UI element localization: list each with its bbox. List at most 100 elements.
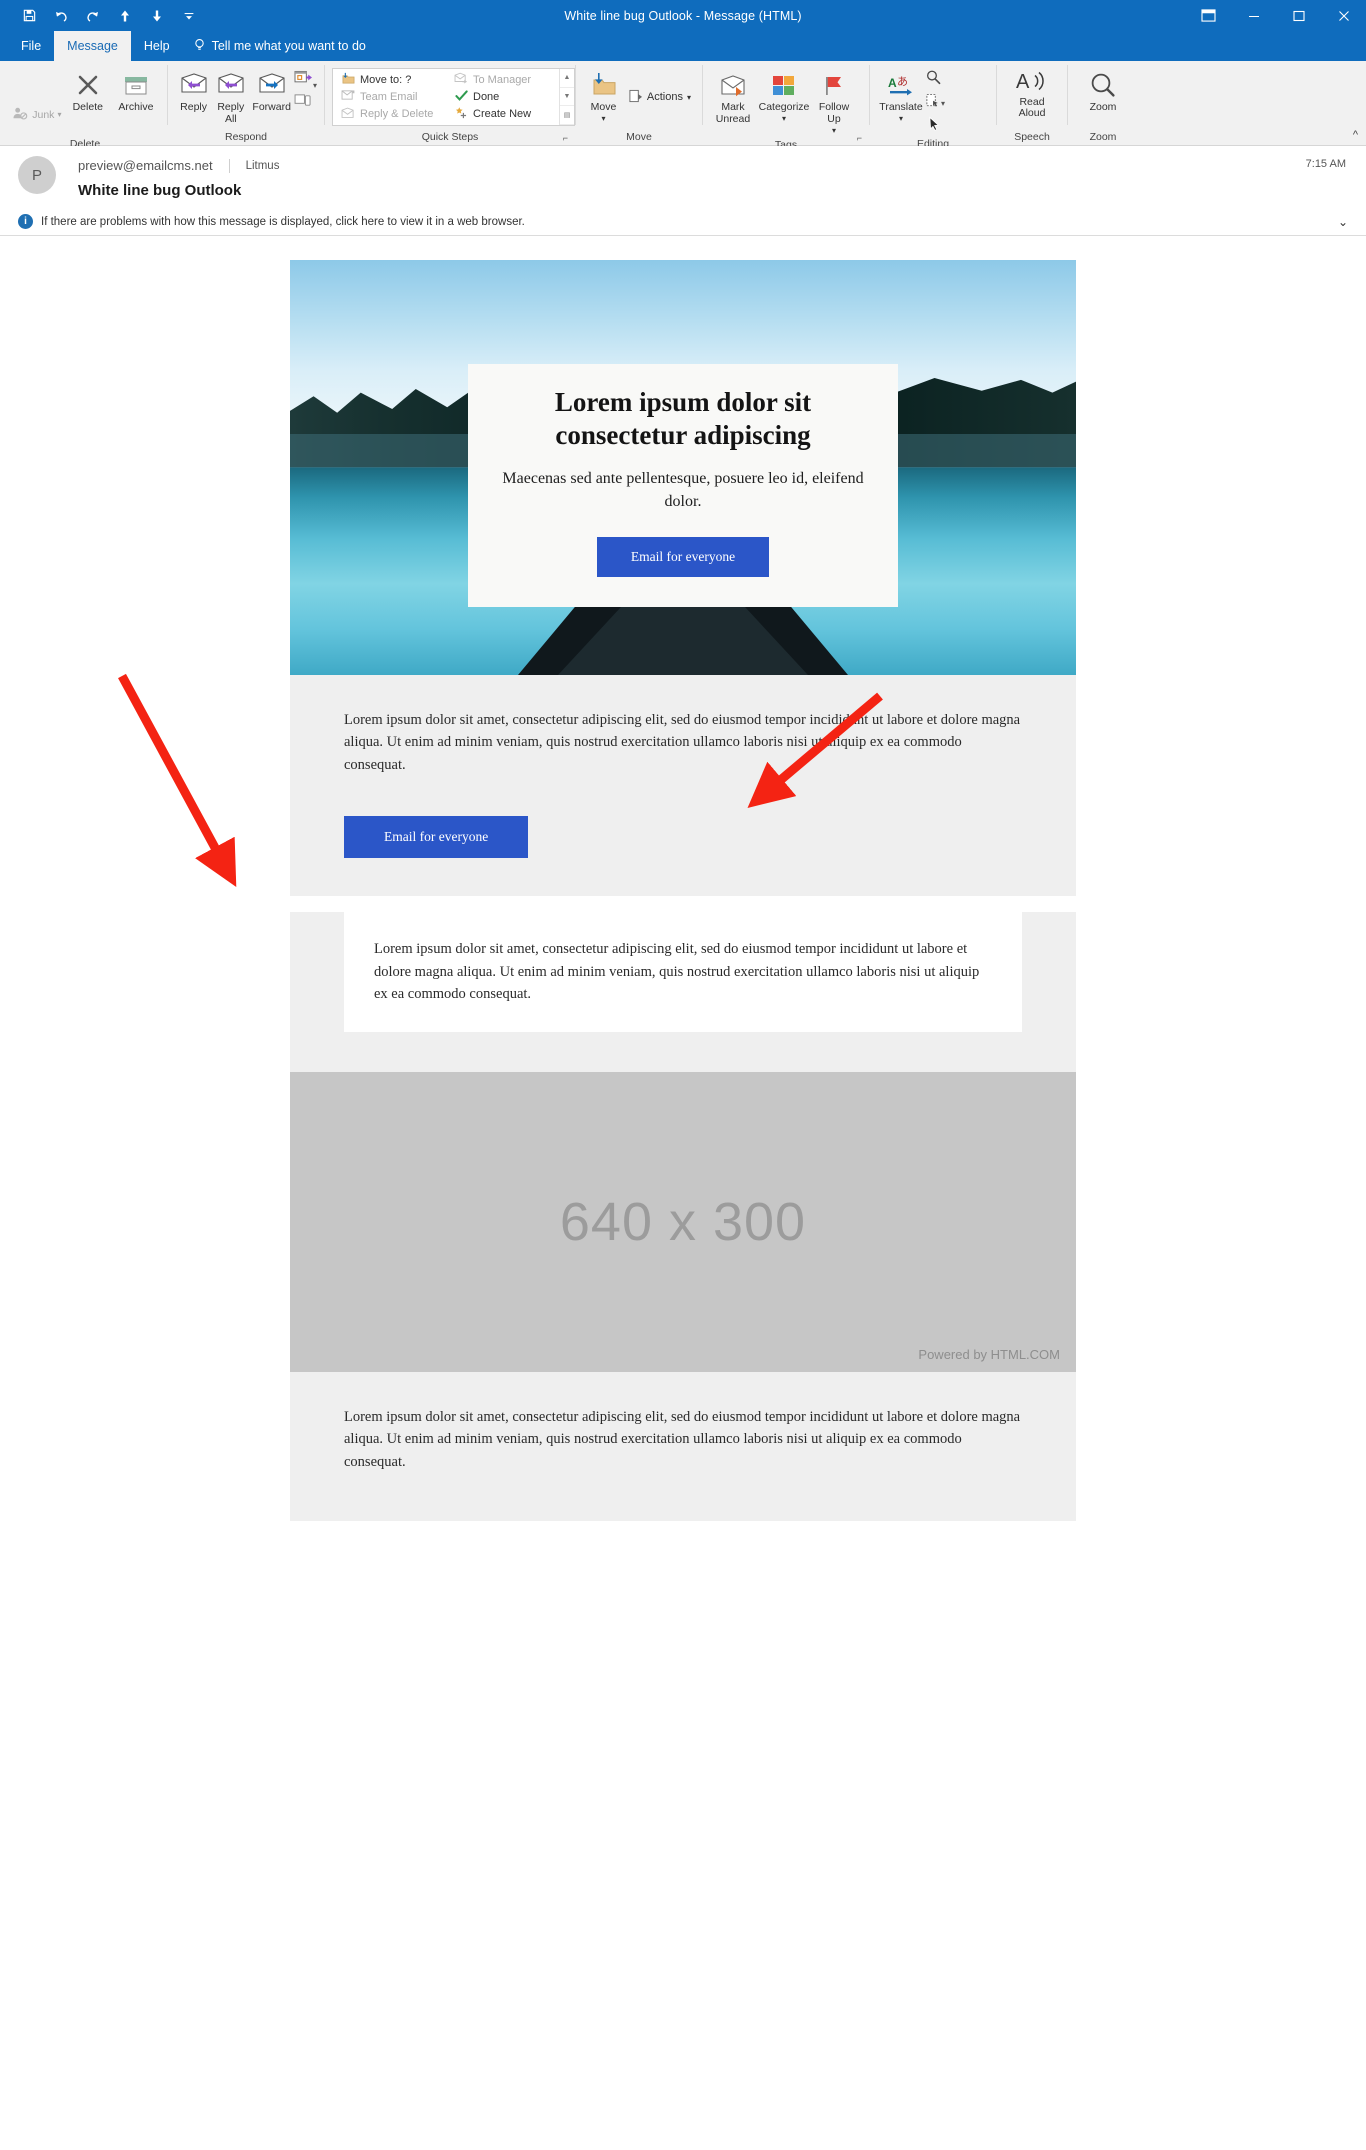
previous-item-icon[interactable] xyxy=(110,4,140,28)
actions-label: Actions xyxy=(646,91,683,103)
body-paragraph-footer: Lorem ipsum dolor sit amet, consectetur … xyxy=(344,1408,1021,1470)
forward-button[interactable]: Forward xyxy=(249,65,294,113)
quick-steps-dialog-launcher[interactable]: ⌐ xyxy=(563,133,568,143)
meeting-icon[interactable] xyxy=(294,69,313,91)
tags-dialog-launcher[interactable]: ⌐ xyxy=(857,133,862,143)
ribbon-tab-strip: File Message Help Tell me what you want … xyxy=(0,31,1366,61)
reply-button[interactable]: Reply xyxy=(175,65,212,113)
ribbon-group-speech: A Read Aloud Speech xyxy=(1000,61,1064,145)
body-cta-button[interactable]: Email for everyone xyxy=(344,816,529,859)
quick-steps-scroll-down-icon[interactable]: ▼ xyxy=(560,88,574,107)
close-icon[interactable] xyxy=(1321,0,1366,31)
body-paragraph-card: Lorem ipsum dolor sit amet, consectetur … xyxy=(374,941,980,1003)
body-section-one-padding: Lorem ipsum dolor sit amet, consectetur … xyxy=(290,675,1076,810)
ribbon-group-move-label: Move xyxy=(626,131,652,143)
tab-message[interactable]: Message xyxy=(54,31,131,61)
tab-help[interactable]: Help xyxy=(131,31,183,61)
body-paragraph-one: Lorem ipsum dolor sit amet, consectetur … xyxy=(344,712,1021,773)
respond-more-chevron-icon[interactable]: ▾ xyxy=(313,65,317,90)
message-header-row: P preview@emailcms.net Litmus White line… xyxy=(0,156,1366,199)
tab-help-label: Help xyxy=(143,39,170,53)
delete-button[interactable]: Delete xyxy=(64,65,112,113)
quick-step-move-to[interactable]: Move to: ? xyxy=(337,71,442,88)
hero-image-block: Lorem ipsum dolor sit consectetur adipis… xyxy=(290,260,1076,675)
translate-chevron-down-icon[interactable]: ▾ xyxy=(899,113,903,125)
follow-up-flag-icon xyxy=(822,68,846,98)
quick-step-team-email[interactable]: Team Email xyxy=(337,88,442,105)
quick-step-team-email-label: Team Email xyxy=(360,90,418,103)
quick-steps-scrollbar[interactable]: ▲ ▼ ▤ xyxy=(559,69,574,126)
junk-label: Junk xyxy=(32,109,55,121)
chevron-down-icon[interactable]: ⌄ xyxy=(1338,215,1348,229)
window-title-bar: White line bug Outlook - Message (HTML) xyxy=(0,0,1366,31)
minimize-icon[interactable] xyxy=(1231,0,1276,31)
reply-icon xyxy=(179,68,209,98)
ribbon-group-move: Move ▾ Actions ▾ Move xyxy=(579,61,699,145)
mark-unread-label: Mark Unread xyxy=(715,101,751,125)
info-bar-text[interactable]: If there are problems with how this mess… xyxy=(41,216,525,228)
zoom-button[interactable]: Zoom xyxy=(1078,65,1128,113)
ribbon-group-quick-steps-label: Quick Steps xyxy=(421,131,479,143)
read-aloud-button[interactable]: A Read Aloud xyxy=(1007,65,1057,119)
sender-line: preview@emailcms.net Litmus xyxy=(78,156,1348,175)
mark-unread-button[interactable]: Mark Unread xyxy=(710,65,756,125)
categorize-label: Categorize xyxy=(758,101,810,113)
body-section-one: Lorem ipsum dolor sit amet, consectetur … xyxy=(290,675,1076,897)
quick-step-done[interactable]: Done xyxy=(450,88,555,105)
hero-cta-button[interactable]: Email for everyone xyxy=(596,537,770,578)
more-respond-icon[interactable] xyxy=(294,93,313,113)
categorize-icon xyxy=(771,68,797,98)
ribbon: Junk ▾ Delete Archive Delete Reply Reply… xyxy=(0,61,1366,151)
quick-steps-scroll-up-icon[interactable]: ▲ xyxy=(560,69,574,88)
redo-icon[interactable] xyxy=(78,4,108,28)
next-item-icon[interactable] xyxy=(142,4,172,28)
undo-icon[interactable] xyxy=(46,4,76,28)
reading-pane: Lorem ipsum dolor sit consectetur adipis… xyxy=(0,236,1366,2126)
ribbon-group-speech-label: Speech xyxy=(1014,131,1050,143)
save-icon[interactable] xyxy=(14,4,44,28)
tab-file[interactable]: File xyxy=(8,31,54,61)
move-button[interactable]: Move ▾ xyxy=(583,65,624,125)
quick-steps-column-right: To Manager Done Create New xyxy=(446,69,559,125)
white-line-bug-gap xyxy=(290,896,1076,913)
message-info-bar[interactable]: i If there are problems with how this me… xyxy=(0,209,1366,236)
ribbon-group-delete: Junk ▾ Delete Archive Delete xyxy=(6,61,164,150)
ribbon-separator-2 xyxy=(324,65,325,125)
ribbon-group-tags: Mark Unread Categorize ▾ Follow Up ▾ Tag… xyxy=(706,61,866,151)
placeholder-credit-label: Powered by HTML.COM xyxy=(918,1346,1060,1362)
archive-button[interactable]: Archive xyxy=(112,65,160,113)
ribbon-display-options-icon[interactable] xyxy=(1186,0,1231,31)
tell-me-search[interactable]: Tell me what you want to do xyxy=(183,31,376,61)
quick-steps-gallery[interactable]: Move to: ? Team Email Reply & Delete To … xyxy=(332,68,575,126)
zoom-label: Zoom xyxy=(1089,101,1117,113)
quick-step-to-manager[interactable]: To Manager xyxy=(450,71,555,88)
quick-step-reply-delete[interactable]: Reply & Delete xyxy=(337,106,442,123)
collapse-ribbon-icon[interactable]: ^ xyxy=(1353,129,1358,141)
junk-button[interactable]: Junk ▾ xyxy=(10,65,64,136)
message-timestamp: 7:15 AM xyxy=(1305,158,1346,170)
translate-button[interactable]: Aあ Translate ▾ xyxy=(877,65,925,125)
follow-up-chevron-down-icon[interactable]: ▾ xyxy=(832,125,836,137)
categorize-button[interactable]: Categorize ▾ xyxy=(756,65,812,125)
customize-quick-access-toolbar-icon[interactable] xyxy=(174,4,204,28)
translate-label: Translate xyxy=(879,101,923,113)
find-magnifier-icon[interactable] xyxy=(925,69,945,90)
select-chevron-down-icon[interactable]: ▾ xyxy=(941,99,945,108)
actions-button[interactable]: Actions ▾ xyxy=(624,87,695,107)
tell-me-label: Tell me what you want to do xyxy=(211,39,366,53)
ribbon-separator xyxy=(167,65,168,125)
follow-up-button[interactable]: Follow Up ▾ xyxy=(812,65,856,137)
actions-chevron-down-icon[interactable]: ▾ xyxy=(687,93,691,102)
svg-text:A: A xyxy=(1016,71,1030,93)
quick-step-create-new[interactable]: Create New xyxy=(450,106,555,123)
sender-address[interactable]: preview@emailcms.net xyxy=(78,158,213,173)
categorize-chevron-down-icon[interactable]: ▾ xyxy=(782,113,786,125)
body-footer-section: Lorem ipsum dolor sit amet, consectetur … xyxy=(290,1371,1076,1522)
ribbon-group-zoom-label: Zoom xyxy=(1089,131,1117,143)
select-icon[interactable] xyxy=(925,93,940,113)
archive-label: Archive xyxy=(118,101,154,113)
maximize-icon[interactable] xyxy=(1276,0,1321,31)
quick-steps-more-icon[interactable]: ▤ xyxy=(560,106,574,126)
reply-all-button[interactable]: Reply All xyxy=(212,65,249,125)
move-chevron-down-icon[interactable]: ▾ xyxy=(601,113,605,125)
